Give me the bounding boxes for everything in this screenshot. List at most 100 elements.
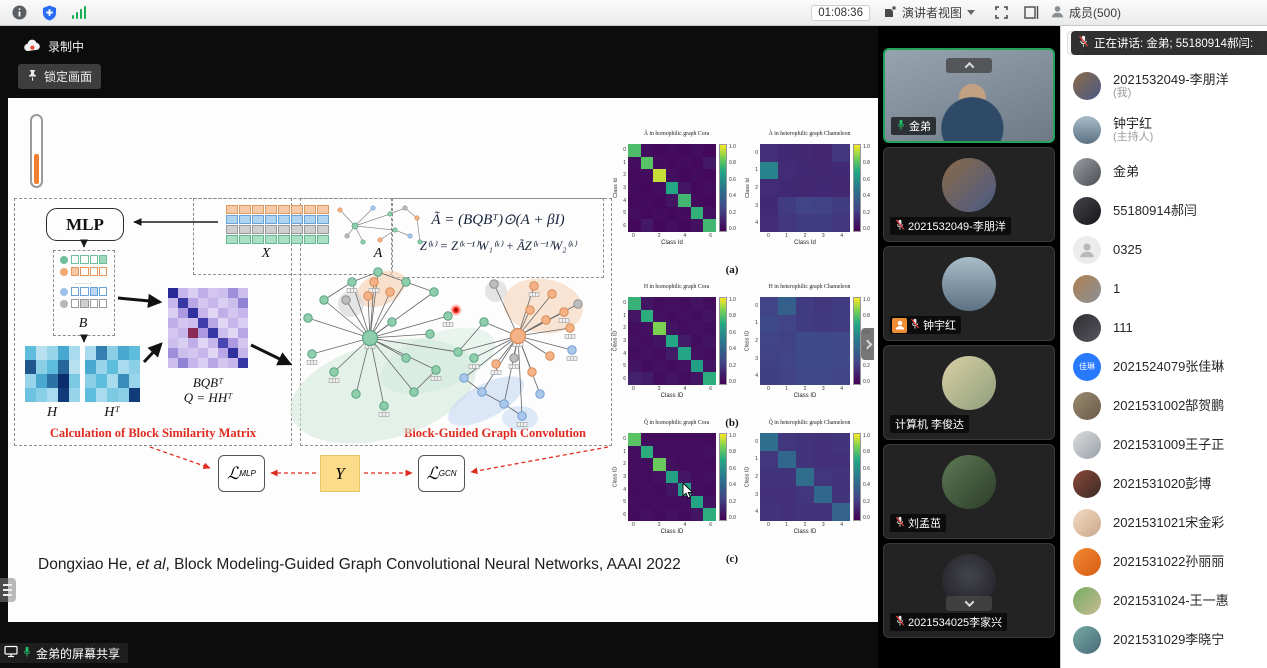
colorbar <box>719 297 727 385</box>
meeting-timer: 01:08:36 <box>811 5 870 21</box>
video-tile[interactable]: 刘孟茁 <box>883 444 1055 539</box>
mic-muted-icon <box>910 318 920 332</box>
loss-mlp-box: ℒMLP <box>218 455 265 492</box>
tile-name-label: 计算机 李俊达 <box>890 415 969 433</box>
tile-name-label: 金弟 <box>891 117 936 135</box>
member-row[interactable]: 钟宇红(主持人) <box>1061 108 1267 152</box>
chevron-right-icon <box>863 339 873 349</box>
member-row[interactable]: 2021531009王子正 <box>1061 425 1267 464</box>
b-label: B <box>68 316 98 332</box>
member-row[interactable]: 金弟 <box>1061 152 1267 191</box>
tile-name-label: 2021532049-李朋洋 <box>890 217 1011 235</box>
bqb-similarity-matrix <box>168 288 248 368</box>
video-tile[interactable]: 2021534025李家兴 <box>883 543 1055 638</box>
video-tile[interactable]: 金弟 <box>883 48 1055 143</box>
heatmap-grid <box>628 297 716 385</box>
member-name: 钟宇红 <box>1113 116 1153 131</box>
colorbar <box>853 433 861 521</box>
figure-row-label: (a) <box>612 264 852 276</box>
member-list: 2021532049-李朋洋(我)钟宇红(主持人)金弟 55180914郝闫 032… <box>1061 64 1267 659</box>
avatar <box>1073 275 1101 303</box>
member-name: 2021531009王子正 <box>1113 437 1224 452</box>
member-name: 111 <box>1113 320 1133 335</box>
info-icon[interactable] <box>8 4 30 22</box>
avatar <box>1073 392 1101 420</box>
lock-screen-button[interactable]: 锁定画面 <box>18 64 101 89</box>
avatar <box>1073 236 1101 264</box>
chevron-down-icon <box>964 597 974 607</box>
expand-tiles-button[interactable] <box>946 596 992 611</box>
network-signal-icon[interactable] <box>68 4 90 22</box>
heatmap-row: Q̂ in homophilic graph CoraClass ID01234… <box>612 420 875 535</box>
member-row[interactable]: 2021531020彭博 <box>1061 464 1267 503</box>
caption-graph-convolution: Block-Guided Graph Convolution <box>390 426 600 441</box>
member-row[interactable]: 1 <box>1061 269 1267 308</box>
x-label: X <box>251 246 281 262</box>
avatar <box>942 356 996 410</box>
mic-muted-icon <box>895 219 905 233</box>
chevron-up-icon <box>964 62 974 72</box>
members-panel: 正在讲话: 金弟; 55180914郝闫: 2021532049-李朋洋(我)钟… <box>1060 26 1267 668</box>
member-row[interactable]: 2021531029李晓宁 <box>1061 620 1267 659</box>
labels-y-box: Y <box>320 455 360 492</box>
security-shield-icon[interactable] <box>38 4 60 22</box>
figure-row-label: (c) <box>612 553 852 565</box>
avatar <box>1073 548 1101 576</box>
heatmap-plot: H in homophilic graph CoraClass ID012345… <box>612 284 741 399</box>
fullscreen-icon[interactable] <box>991 4 1013 22</box>
heatmap-figures: Ã in homophilic graph CoraClass Id012345… <box>612 98 878 622</box>
heatmap-row: Ã in homophilic graph CoraClass Id012345… <box>612 131 875 246</box>
view-mode-dropdown[interactable]: 演讲者视图 <box>884 4 975 21</box>
feature-matrix-x <box>226 205 330 245</box>
members-count-label: 成员(500) <box>1069 4 1121 21</box>
avatar: 佳琳 <box>1073 353 1101 381</box>
member-row[interactable]: 55180914郝闫 <box>1061 191 1267 230</box>
member-name: 2021532049-李朋洋 <box>1113 72 1229 87</box>
member-name: 1 <box>1113 281 1120 296</box>
video-panel-collapse-handle[interactable] <box>861 328 874 360</box>
video-tile[interactable]: 计算机 李俊达 <box>883 345 1055 440</box>
caption-block-similarity: Calculation of Block Similarity Matrix <box>18 426 288 441</box>
screen-share-banner: 金弟的屏幕共享 <box>0 643 128 663</box>
heatmap-grid <box>628 144 716 232</box>
screen-share-banner-label: 金弟的屏幕共享 <box>36 645 120 662</box>
avatar <box>1073 158 1101 186</box>
top-bar: 01:08:36 演讲者视图 成员(500) <box>0 0 1267 26</box>
collapse-tiles-button[interactable] <box>946 58 992 73</box>
heatmap-row: H in homophilic graph CoraClass ID012345… <box>612 284 875 399</box>
member-row[interactable]: 2021531021宋金彩 <box>1061 503 1267 542</box>
colorbar <box>853 144 861 232</box>
video-tile[interactable]: 钟宇红 <box>883 246 1055 341</box>
avatar <box>1073 431 1101 459</box>
member-name: 55180914郝闫 <box>1113 203 1197 218</box>
view-mode-label: 演讲者视图 <box>902 4 962 21</box>
ht-label: Hᵀ <box>97 405 127 421</box>
chevron-down-icon <box>967 10 975 15</box>
members-button[interactable]: 成员(500) <box>1051 4 1121 21</box>
member-row[interactable]: 佳琳2021524079张佳琳 <box>1061 347 1267 386</box>
member-row[interactable]: 2021531024-王一惠 <box>1061 581 1267 620</box>
tile-name-label: 刘孟茁 <box>890 514 946 532</box>
heatmap-plot: Q̂ in heterophilic graph ChameleonClass … <box>744 420 875 535</box>
formula-propagation: Z⁽ᵏ⁾ = Z⁽ᵏ⁻¹⁾W₁⁽ᵏ⁾ + ÃZ⁽ᵏ⁻¹⁾W₂⁽ᵏ⁾ <box>394 238 602 254</box>
mlp-box: MLP <box>46 208 124 241</box>
heatmap-plot: Ã in homophilic graph CoraClass Id012345… <box>612 131 741 246</box>
annotation-toolbar-handle[interactable] <box>0 578 16 602</box>
citation-text: Dongxiao He, et al, Block Modeling-Guide… <box>38 556 681 574</box>
video-tile[interactable]: 2021532049-李朋洋 <box>883 147 1055 242</box>
member-row[interactable]: 0325 <box>1061 230 1267 269</box>
member-row[interactable]: 2021531002郜贺鹏 <box>1061 386 1267 425</box>
mic-muted-icon <box>895 516 905 530</box>
mic-on-icon <box>896 119 906 133</box>
avatar <box>942 158 996 212</box>
avatar <box>1073 116 1101 144</box>
host-badge <box>892 318 907 333</box>
member-row[interactable]: 111 <box>1061 308 1267 347</box>
member-name: 2021531020彭博 <box>1113 476 1211 491</box>
member-row[interactable]: 2021531022孙丽丽 <box>1061 542 1267 581</box>
tile-name-label: 2021534025李家兴 <box>890 613 1007 631</box>
member-row[interactable]: 2021532049-李朋洋(我) <box>1061 64 1267 108</box>
recording-indicator: 录制中 <box>24 38 84 55</box>
a-label: A <box>363 246 393 262</box>
side-panel-icon[interactable] <box>1021 4 1043 22</box>
